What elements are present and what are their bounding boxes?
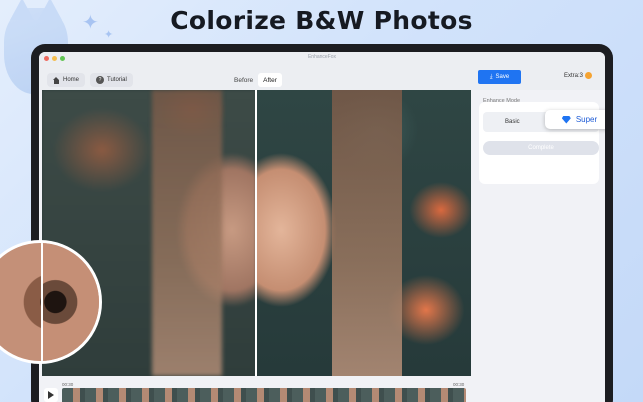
before-tab[interactable]: Before xyxy=(229,73,258,87)
panel-title: Enhance Mode xyxy=(483,98,520,104)
super-label: Super xyxy=(575,115,598,124)
timeline-bar: 00:30 00:30 xyxy=(39,380,471,402)
laptop-frame: EnhanceFox Home ? Tutorial Before After … xyxy=(31,44,613,402)
titlebar: EnhanceFox xyxy=(39,52,605,64)
coin-icon xyxy=(585,72,593,79)
hair-shape xyxy=(332,90,402,376)
complete-button[interactable]: Complete xyxy=(483,141,599,155)
play-button[interactable] xyxy=(44,388,58,402)
mode-selector: Basic Super xyxy=(483,110,605,132)
zoom-after-half xyxy=(43,243,99,361)
headline: Colorize B&W Photos xyxy=(170,6,473,35)
save-icon: ⤓ xyxy=(489,74,493,80)
video-filmstrip[interactable] xyxy=(62,388,466,402)
home-icon xyxy=(53,76,60,84)
after-tab[interactable]: After xyxy=(258,73,282,87)
window-title: EnhanceFox xyxy=(307,54,337,60)
save-button[interactable]: ⤓ Save xyxy=(478,70,521,84)
extra-label: Extra:3 xyxy=(564,72,584,79)
before-after-toggle: Before After xyxy=(229,73,282,87)
extra-credits: Extra:3 xyxy=(564,72,593,79)
app-window: EnhanceFox Home ? Tutorial Before After … xyxy=(39,52,605,402)
gem-icon xyxy=(561,115,571,124)
home-label: Home xyxy=(63,77,80,83)
question-icon: ? xyxy=(96,76,104,84)
home-button[interactable]: Home xyxy=(47,73,86,87)
comparison-slider-handle[interactable] xyxy=(255,90,257,376)
tutorial-button[interactable]: ? Tutorial xyxy=(90,73,133,87)
zoom-magnifier xyxy=(0,240,102,364)
toolbar: Home ? Tutorial Before After ⤓ Save Extr… xyxy=(39,64,605,90)
time-end: 00:30 xyxy=(453,382,465,387)
enhance-mode-panel: Enhance Mode Basic Super Complete xyxy=(479,98,605,184)
basic-mode-option[interactable]: Basic xyxy=(505,119,520,125)
super-mode-option[interactable]: Super xyxy=(545,110,605,129)
photo-comparison[interactable] xyxy=(42,90,471,376)
time-start: 00:30 xyxy=(62,382,74,387)
hair-shape xyxy=(152,90,222,376)
tutorial-label: Tutorial xyxy=(107,77,127,83)
play-icon xyxy=(48,391,54,399)
save-label: Save xyxy=(495,74,510,80)
